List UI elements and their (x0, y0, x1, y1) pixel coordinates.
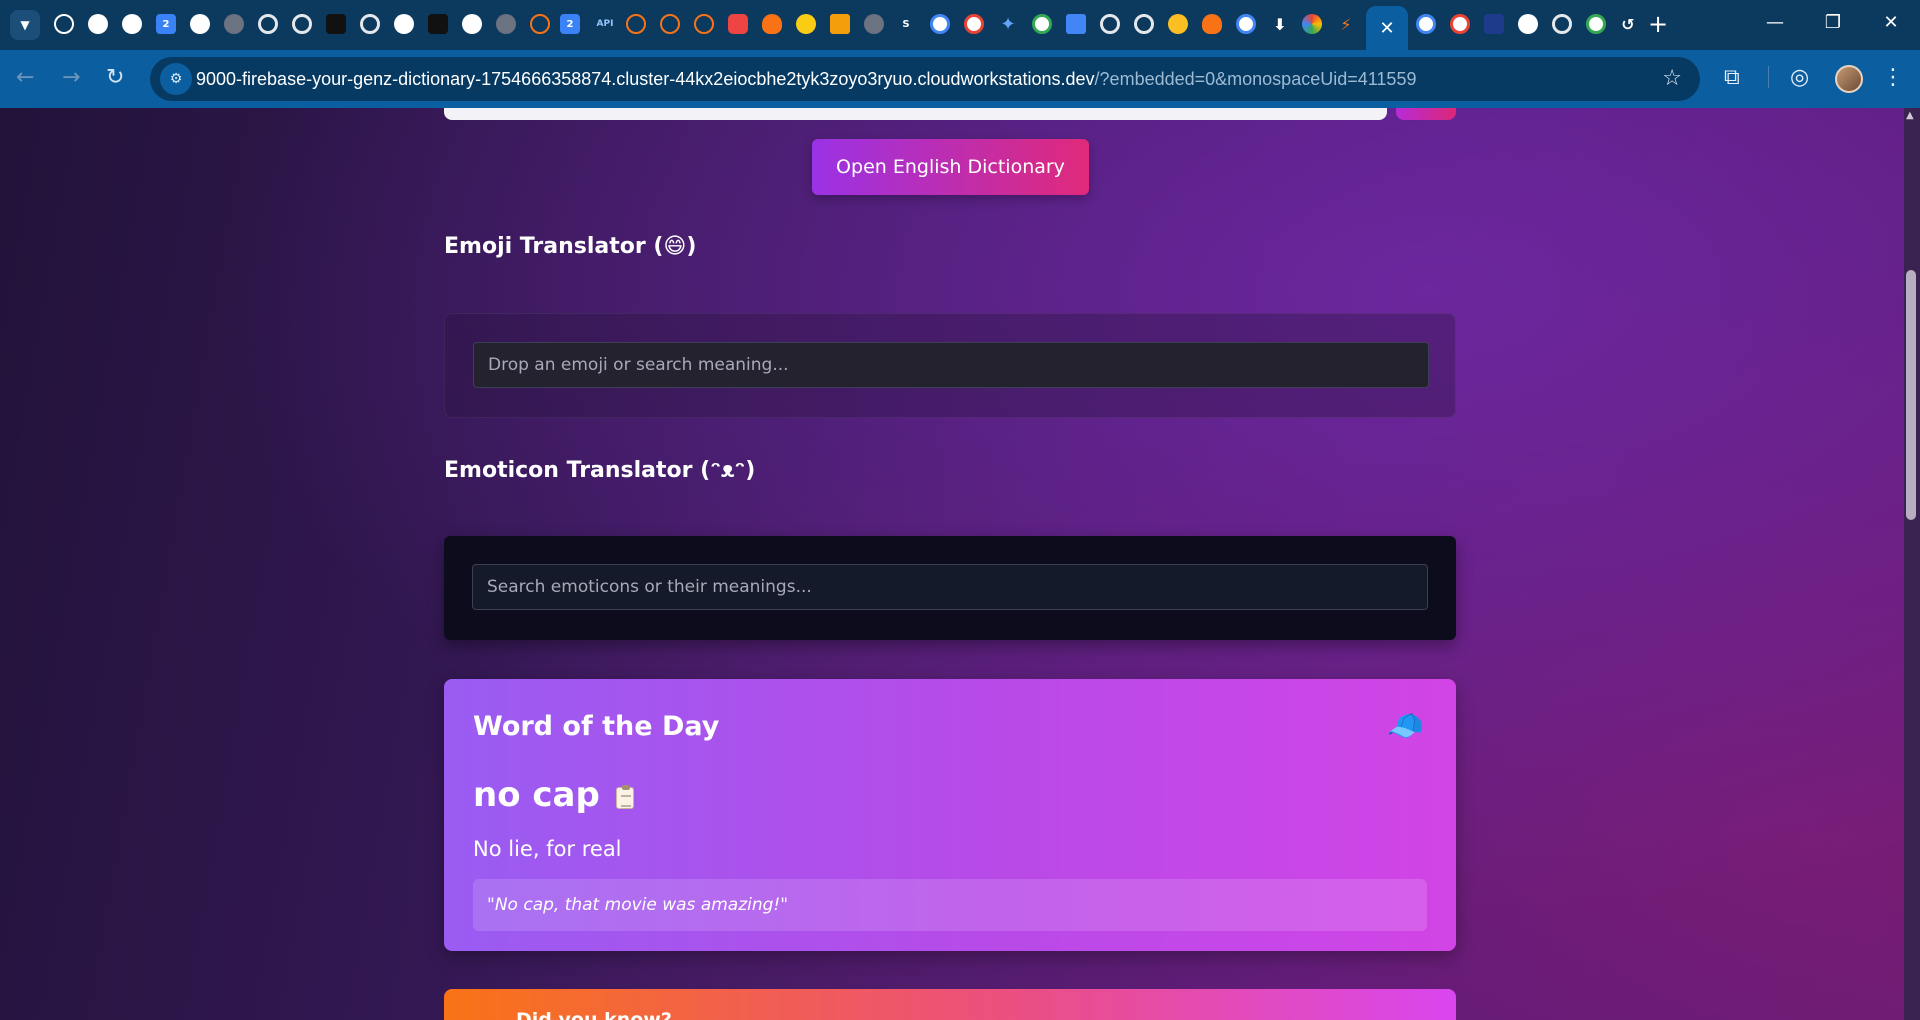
active-tab-close-icon[interactable]: ✕ (1366, 6, 1408, 50)
chrome-tab-icon[interactable] (1552, 14, 1572, 34)
back-arrow-icon[interactable]: ← (16, 66, 34, 90)
colorful-tab-icon[interactable] (1302, 14, 1322, 34)
bolt-tab-icon[interactable] (694, 14, 714, 34)
url-text[interactable]: 9000-firebase-your-genz-dictionary-17546… (196, 69, 1416, 90)
openai-tab-icon[interactable] (54, 14, 74, 34)
google-tab-icon[interactable] (1450, 14, 1470, 34)
app-tab-icon[interactable] (1484, 14, 1504, 34)
stack-overflow-tab-icon[interactable] (830, 14, 850, 34)
emoji-translator-title: Emoji Translator (😄) (444, 234, 697, 259)
api-tab-icon[interactable]: API (592, 14, 618, 34)
browser-toolbar: ← → ↻ ⚙ 9000-firebase-your-genz-dictiona… (0, 50, 1920, 108)
bolt-tab-icon[interactable]: ⚡ (1336, 14, 1356, 34)
word-of-the-day-meaning: No lie, for real (473, 837, 622, 861)
chrome-tab-icon[interactable] (292, 14, 312, 34)
fire-tab-icon[interactable] (762, 14, 782, 34)
emoticon-translator-card (444, 536, 1456, 640)
bolt-tab-icon[interactable] (530, 14, 550, 34)
chrome-tab-icon[interactable] (1100, 14, 1120, 34)
globe-tab-icon[interactable] (496, 14, 516, 34)
emoticon-translator-title: Emoticon Translator (ᵔᴥᵔ) (444, 458, 756, 483)
smiley-tab-icon[interactable] (1168, 14, 1188, 34)
emoticon-search-input[interactable] (472, 564, 1428, 610)
open-english-dictionary-button[interactable]: Open English Dictionary (812, 139, 1089, 195)
forward-arrow-icon[interactable]: → (62, 66, 80, 90)
globe-tab-icon[interactable] (864, 14, 884, 34)
github-tab-icon[interactable] (88, 14, 108, 34)
chrome-tab-icon[interactable] (1134, 14, 1154, 34)
tiktok-tab-icon[interactable] (428, 14, 448, 34)
emoji-translator-card (444, 313, 1456, 418)
extensions-puzzle-icon[interactable]: ⧉ (1724, 66, 1740, 90)
google-tab-icon[interactable] (964, 14, 984, 34)
did-you-know-title: Did you know? (516, 1009, 672, 1020)
bolt-tab-icon[interactable] (626, 14, 646, 34)
github-tab-icon[interactable] (462, 14, 482, 34)
restore-icon[interactable]: ❐ (1818, 12, 1848, 33)
toolbar-divider (1768, 66, 1769, 88)
slang-search-button[interactable] (1396, 108, 1456, 120)
scroll-up-arrow-icon[interactable]: ▲ (1906, 110, 1914, 121)
github-tab-icon[interactable] (394, 14, 414, 34)
tab-search-chevron-icon[interactable]: ▼ (10, 10, 40, 40)
download-tab-icon[interactable]: ⬇ (1270, 14, 1290, 34)
did-you-know-card: Did you know? (444, 989, 1456, 1020)
page-viewport: Open English Dictionary Emoji Translator… (0, 108, 1904, 1020)
gemini-tab-icon[interactable]: ✦ (998, 14, 1018, 35)
bolt-tab-icon[interactable] (660, 14, 680, 34)
tab-icon-2[interactable]: 2 (560, 14, 580, 34)
clipboard-copy-icon[interactable] (616, 785, 634, 809)
address-bar[interactable]: ⚙ 9000-firebase-your-genz-dictionary-175… (150, 57, 1700, 101)
profile-avatar[interactable] (1835, 65, 1863, 93)
word-of-the-day-example: "No cap, that movie was amazing!" (473, 879, 1427, 931)
reload-icon[interactable]: ↻ (106, 66, 124, 90)
new-tab-plus-icon[interactable]: + (1648, 12, 1668, 36)
google-tab-icon[interactable] (1586, 14, 1606, 34)
globe-tab-icon[interactable] (224, 14, 244, 34)
tab-icon-2[interactable]: 2 (156, 14, 176, 34)
word-of-the-day-heading: Word of the Day (473, 711, 720, 742)
page-scrollbar[interactable] (1904, 108, 1920, 1020)
emoji-search-input[interactable] (473, 342, 1429, 388)
cap-icon: 🧢 (1386, 709, 1424, 744)
youtube-tab-icon[interactable] (728, 14, 748, 34)
google-tab-icon[interactable] (930, 14, 950, 34)
fire-tab-icon[interactable] (1202, 14, 1222, 34)
word-of-the-day-card: Word of the Day 🧢 no cap No lie, for rea… (444, 679, 1456, 951)
scrollbar-thumb[interactable] (1906, 270, 1916, 520)
github-tab-icon[interactable] (190, 14, 210, 34)
site-info-icon[interactable]: ⚙ (160, 63, 192, 95)
google-tab-icon[interactable] (1236, 14, 1256, 34)
bookmark-star-icon[interactable]: ☆ (1662, 66, 1682, 91)
chrome-tab-icon[interactable] (360, 14, 380, 34)
window-close-icon[interactable]: ✕ (1876, 12, 1906, 33)
docs-tab-icon[interactable] (1066, 14, 1086, 34)
menu-kebab-icon[interactable]: ⋮ (1882, 66, 1904, 90)
minimize-icon[interactable]: — (1760, 12, 1790, 33)
google-tab-icon[interactable] (1416, 14, 1436, 34)
word-of-the-day-word: no cap (473, 775, 600, 815)
tab-strip: ▼ 2 2 API S ✦ ⬇ ⚡ ✕ ↺ + — ❐ ✕ (0, 0, 1920, 50)
tiktok-tab-icon[interactable] (326, 14, 346, 34)
s-tab-icon[interactable]: S (896, 14, 916, 34)
github-tab-icon[interactable] (122, 14, 142, 34)
google-tab-icon[interactable] (1032, 14, 1052, 34)
slang-search-input[interactable] (444, 108, 1387, 120)
performance-icon[interactable]: ◎ (1790, 66, 1809, 90)
chrome-tab-icon[interactable] (258, 14, 278, 34)
github-tab-icon[interactable] (1518, 14, 1538, 34)
huggingface-tab-icon[interactable] (796, 14, 816, 34)
history-tab-icon[interactable]: ↺ (1618, 14, 1638, 34)
